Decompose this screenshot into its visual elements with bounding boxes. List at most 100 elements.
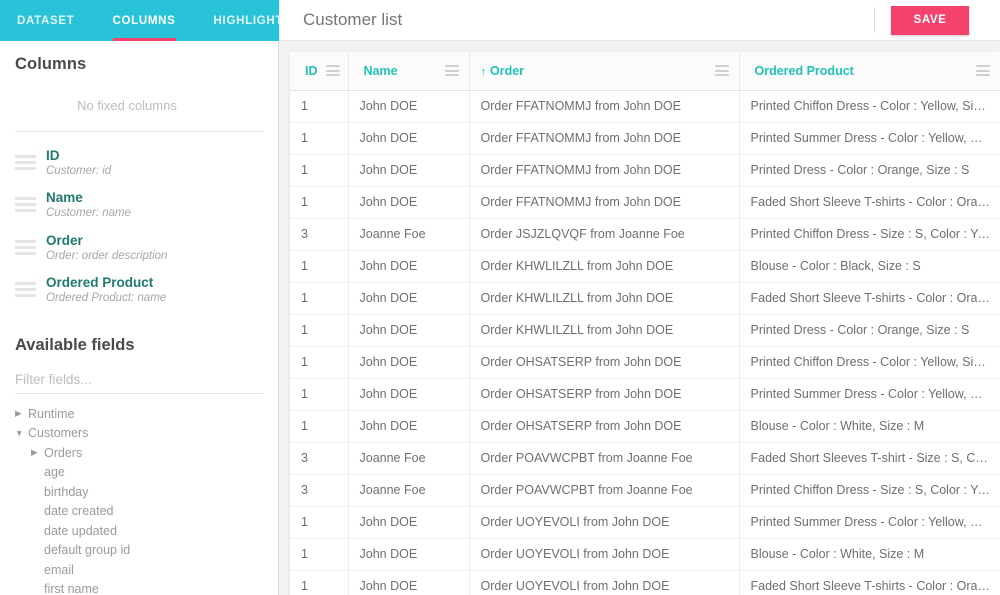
selected-column-item[interactable]: Ordered Product Ordered Product: name [0, 269, 278, 311]
chevron-right-icon[interactable]: ▶ [15, 409, 28, 418]
selected-column-subtitle: Ordered Product: name [46, 292, 167, 305]
tree-node-label: Runtime [28, 406, 75, 421]
selected-column-item[interactable]: ID Customer: id [0, 142, 278, 184]
column-header-name[interactable]: Name [348, 52, 470, 91]
table-row[interactable]: 3 Joanne Foe Order POAVWCPBT from Joanne F… [290, 474, 1000, 507]
table-row[interactable]: 1 John DOE Order UOYEVOLI from John DOE Pri… [290, 506, 1000, 539]
drag-handle-icon[interactable] [15, 155, 36, 173]
cell-ordered-product: Blouse - Color : White, Size : M [739, 538, 1000, 571]
cell-ordered-product: Faded Short Sleeve T-shirts - Color : Or… [739, 186, 1000, 219]
available-fields-heading: Available fields [15, 335, 135, 354]
selected-column-item[interactable]: Order Order: order description [0, 227, 278, 269]
column-header-id[interactable]: ID [290, 52, 349, 91]
data-table: ID Name ↑ Order Ordered Product 1 John D… [290, 52, 1000, 595]
table-row[interactable]: 1 John DOE Order OHSATSERP from John DOE Pr… [290, 378, 1000, 411]
table-row[interactable]: 1 John DOE Order OHSATSERP from John DOE Bl… [290, 410, 1000, 443]
cell-order: Order UOYEVOLI from John DOE [469, 570, 740, 595]
table-row[interactable]: 1 John DOE Order FFATNOMMJ from John DOE Pr… [290, 154, 1000, 187]
table-row[interactable]: 1 John DOE Order OHSATSERP from John DOE Pr… [290, 346, 1000, 379]
tree-node-label: Customers [28, 426, 89, 441]
chevron-right-icon[interactable]: ▶ [31, 448, 44, 457]
drag-handle-icon[interactable] [15, 282, 36, 300]
table-row[interactable]: 3 Joanne Foe Order POAVWCPBT from Joanne F… [290, 442, 1000, 475]
selected-column-item[interactable]: Name Customer: name [0, 184, 278, 226]
column-menu-icon-id[interactable] [325, 65, 340, 77]
cell-name: John DOE [348, 506, 470, 539]
tree-group-orders[interactable]: ▶ Orders [0, 443, 278, 463]
cell-ordered-product: Faded Short Sleeve T-shirts - Color : Or… [739, 570, 1000, 595]
cell-ordered-product: Printed Dress - Color : Orange, Size : S [739, 154, 1000, 187]
app-root: DATASET COLUMNS HIGHLIGHTING SAVE Column… [0, 0, 1000, 595]
table-row[interactable]: 1 John DOE Order KHWLILZLL from John DOE Bl… [290, 250, 1000, 283]
table-row[interactable]: 1 John DOE Order FFATNOMMJ from John DOE Fa… [290, 186, 1000, 219]
chevron-down-icon[interactable]: ▼ [15, 429, 28, 438]
cell-name: Joanne Foe [348, 442, 470, 475]
list-title-input[interactable] [303, 0, 874, 40]
cell-order: Order KHWLILZLL from John DOE [469, 314, 740, 347]
column-header-ordered-product[interactable]: Ordered Product [739, 52, 1000, 91]
cell-order: Order OHSATSERP from John DOE [469, 410, 740, 443]
tree-group-customers[interactable]: ▼ Customers [0, 423, 278, 443]
cell-id: 1 [290, 538, 349, 571]
tab-dataset-label: DATASET [17, 14, 75, 27]
tree-field-date-updated[interactable]: date updated [0, 521, 278, 541]
table-row[interactable]: 1 John DOE Order UOYEVOLI from John DOE Blo… [290, 538, 1000, 571]
cell-order: Order UOYEVOLI from John DOE [469, 538, 740, 571]
tree-group-runtime[interactable]: ▶ Runtime [0, 404, 278, 424]
cell-order: Order OHSATSERP from John DOE [469, 346, 740, 379]
tree-field-age[interactable]: age [0, 462, 278, 482]
tab-columns[interactable]: COLUMNS [112, 0, 176, 41]
cell-id: 1 [290, 378, 349, 411]
cell-ordered-product: Printed Summer Dress - Color : Yellow, S… [739, 122, 1000, 155]
table-row[interactable]: 1 John DOE Order FFATNOMMJ from John DOE Pr… [290, 90, 1000, 123]
cell-id: 1 [290, 506, 349, 539]
tree-node-label: age [44, 465, 65, 480]
filter-fields-input[interactable] [15, 366, 263, 393]
table-body: 1 John DOE Order FFATNOMMJ from John DOE Pr… [290, 90, 1000, 595]
cell-ordered-product: Blouse - Color : White, Size : M [739, 410, 1000, 443]
tree-field-email[interactable]: email [0, 560, 278, 580]
table-row[interactable]: 1 John DOE Order KHWLILZLL from John DOE Fa… [290, 282, 1000, 315]
sort-ascending-arrow-order: ↑ [480, 65, 487, 78]
drag-handle-icon[interactable] [15, 239, 36, 258]
table-row[interactable]: 3 Joanne Foe Order JSJZLQVQF from Joanne F… [290, 218, 1000, 251]
available-fields-tree: ▶ Runtime ▼ Customers ▶ Orders age birthday date… [0, 404, 278, 595]
table-row[interactable]: 1 John DOE Order KHWLILZLL from John DOE Pr… [290, 314, 1000, 347]
cell-id: 3 [290, 442, 349, 475]
tree-node-label: date updated [44, 523, 117, 538]
column-header-order-label: Order [490, 63, 525, 78]
column-menu-icon-order[interactable] [714, 65, 729, 77]
column-menu-icon-name[interactable] [444, 65, 459, 77]
cell-name: John DOE [348, 346, 470, 379]
column-header-order[interactable]: ↑ Order [469, 52, 740, 91]
tree-field-default-group-id[interactable]: default group id [0, 540, 278, 560]
table-header: ID Name ↑ Order Ordered Product [290, 52, 1000, 91]
cell-name: John DOE [348, 154, 470, 187]
table-header-row: ID Name ↑ Order Ordered Product [290, 52, 1000, 91]
cell-name: John DOE [348, 378, 470, 411]
tree-field-date-created[interactable]: date created [0, 501, 278, 521]
cell-name: John DOE [348, 250, 470, 283]
tree-node-label: default group id [44, 543, 131, 558]
table-row[interactable]: 1 John DOE Order UOYEVOLI from John DOE Fad… [290, 570, 1000, 595]
cell-order: Order OHSATSERP from John DOE [469, 378, 740, 411]
cell-id: 1 [290, 250, 349, 283]
selected-column-title: Order [46, 232, 83, 248]
cell-name: John DOE [348, 90, 470, 123]
selected-column-title: Ordered Product [46, 275, 154, 291]
top-bar: DATASET COLUMNS HIGHLIGHTING SAVE [0, 0, 1000, 41]
table-row[interactable]: 1 John DOE Order FFATNOMMJ from John DOE Pr… [290, 122, 1000, 155]
title-separator [874, 7, 875, 33]
cell-id: 3 [290, 218, 349, 251]
column-menu-icon-ordered-product[interactable] [976, 65, 990, 77]
save-button[interactable]: SAVE [891, 5, 969, 35]
tree-field-birthday[interactable]: birthday [0, 482, 278, 502]
cell-ordered-product: Printed Chiffon Dress - Color : Yellow, … [739, 346, 1000, 379]
tree-field-first-name[interactable]: first name [0, 579, 278, 595]
cell-ordered-product: Printed Chiffon Dress - Size : S, Color … [739, 474, 1000, 507]
column-header-id-label: ID [305, 63, 318, 78]
tab-dataset[interactable]: DATASET [17, 0, 75, 41]
drag-handle-icon[interactable] [15, 197, 36, 215]
cell-order: Order FFATNOMMJ from John DOE [469, 154, 740, 187]
sidebar: Columns No fixed columns ID Customer: id N… [0, 41, 279, 595]
